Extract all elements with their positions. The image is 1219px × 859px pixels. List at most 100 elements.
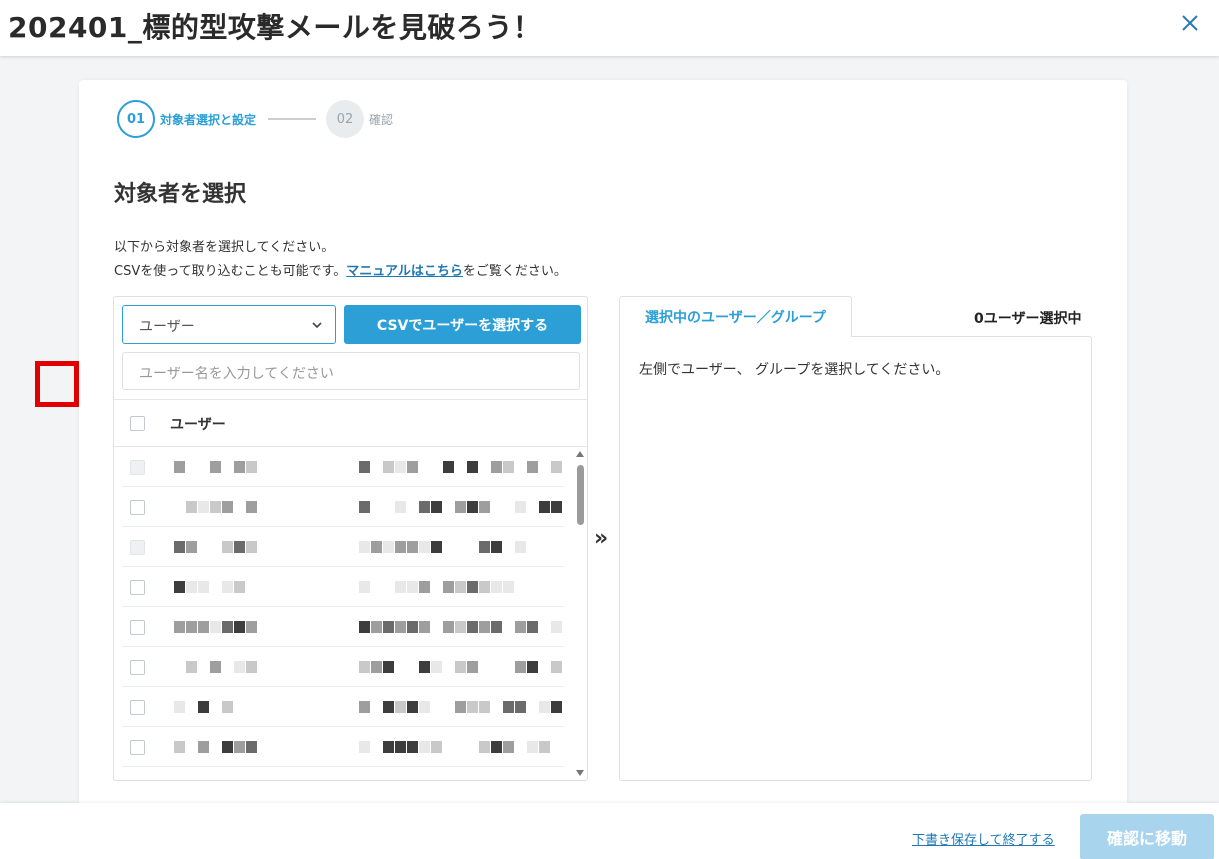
redacted-text-block	[395, 461, 406, 473]
redacted-text-block	[383, 661, 394, 673]
redacted-text-block	[186, 661, 197, 673]
move-right-icon[interactable]: »	[594, 526, 608, 551]
redacted-text-block	[222, 541, 233, 553]
redacted-text-block	[359, 461, 370, 473]
row-checkbox[interactable]	[130, 580, 145, 595]
redacted-text-block	[467, 661, 478, 673]
selection-count: 0ユーザー選択中	[974, 311, 1082, 327]
redacted-text-block	[174, 741, 185, 753]
redacted-text-block	[234, 661, 245, 673]
description: 以下から対象者を選択してください。 CSVを使って取り込むことも可能です。マニュ…	[114, 236, 567, 284]
row-checkbox[interactable]	[130, 660, 145, 675]
user-row[interactable]	[114, 607, 574, 647]
redacted-text-block	[234, 741, 245, 753]
redacted-text-block	[491, 541, 502, 553]
row-checkbox[interactable]	[130, 700, 145, 715]
redacted-text-block	[491, 741, 502, 753]
user-picker-panel: ユーザー CSVでユーザーを選択する ユーザー名を入力してください ユーザー	[113, 296, 588, 781]
redacted-text-block	[551, 661, 562, 673]
type-select[interactable]: ユーザー	[122, 305, 336, 344]
scroll-up-icon[interactable]	[576, 451, 584, 457]
redacted-text-block	[359, 621, 370, 633]
redacted-text-block	[198, 741, 209, 753]
redacted-text-block	[246, 501, 257, 513]
redacted-text-block	[479, 701, 490, 713]
row-checkbox[interactable]	[130, 500, 145, 515]
redacted-text-block	[419, 621, 430, 633]
redacted-text-block	[419, 741, 430, 753]
select-all-checkbox[interactable]	[130, 416, 145, 431]
description-suffix: をご覧ください。	[462, 264, 567, 279]
redacted-text-block	[174, 541, 185, 553]
redacted-text-block	[383, 461, 394, 473]
row-checkbox[interactable]	[130, 620, 145, 635]
redacted-text-block	[407, 741, 418, 753]
redacted-text-block	[455, 581, 466, 593]
user-row[interactable]	[114, 767, 574, 781]
manual-link[interactable]: マニュアルはこちら	[346, 264, 463, 279]
redacted-text-block	[246, 541, 257, 553]
list-scrollbar[interactable]	[574, 447, 587, 780]
user-search-input[interactable]: ユーザー名を入力してください	[122, 352, 580, 390]
user-row[interactable]	[114, 447, 574, 487]
redacted-text-block	[186, 541, 197, 553]
redacted-text-block	[515, 701, 526, 713]
redacted-text-block	[515, 501, 526, 513]
redacted-text-block	[407, 581, 418, 593]
redacted-text-block	[479, 501, 490, 513]
redacted-text-block	[371, 621, 382, 633]
redacted-text-block	[479, 581, 490, 593]
redacted-text-block	[515, 541, 526, 553]
scroll-thumb[interactable]	[577, 465, 584, 525]
redacted-text-block	[210, 461, 221, 473]
row-checkbox[interactable]	[130, 460, 145, 475]
row-checkbox[interactable]	[130, 740, 145, 755]
step-2-circle: 02	[326, 100, 365, 138]
user-row[interactable]	[114, 647, 574, 687]
user-row[interactable]	[114, 687, 574, 727]
redacted-text-block	[371, 541, 382, 553]
redacted-text-block	[539, 701, 550, 713]
redacted-text-block	[467, 501, 478, 513]
user-row[interactable]	[114, 487, 574, 527]
user-row[interactable]	[114, 567, 574, 607]
redacted-text-block	[431, 541, 442, 553]
redacted-text-block	[395, 581, 406, 593]
redacted-text-block	[407, 461, 418, 473]
redacted-text-block	[395, 741, 406, 753]
user-row[interactable]	[114, 727, 574, 767]
redacted-text-block	[407, 621, 418, 633]
user-row[interactable]	[114, 527, 574, 567]
go-to-confirm-button[interactable]: 確認に移動	[1080, 814, 1214, 859]
redacted-text-block	[222, 621, 233, 633]
redacted-text-block	[198, 581, 209, 593]
tab-selected-users[interactable]: 選択中のユーザー／グループ	[619, 296, 852, 337]
wizard-card: 01 対象者選択と設定 02 確認 対象者を選択 以下から対象者を選択してくださ…	[79, 80, 1127, 840]
redacted-text-block	[491, 461, 502, 473]
description-prefix: CSVを使って取り込むことも可能です。	[114, 264, 347, 279]
redacted-text-block	[503, 461, 514, 473]
row-checkbox[interactable]	[130, 780, 145, 781]
redacted-text-block	[186, 581, 197, 593]
highlight-box	[35, 361, 79, 407]
redacted-text-block	[491, 581, 502, 593]
redacted-text-block	[551, 461, 562, 473]
redacted-text-block	[359, 501, 370, 513]
redacted-text-block	[395, 501, 406, 513]
redacted-text-block	[234, 461, 245, 473]
close-icon[interactable]	[1175, 8, 1205, 38]
type-select-value: ユーザー	[139, 319, 195, 335]
redacted-text-block	[443, 581, 454, 593]
csv-select-button[interactable]: CSVでユーザーを選択する	[344, 305, 581, 344]
section-title: 対象者を選択	[114, 182, 247, 207]
save-draft-link[interactable]: 下書き保存して終了する	[912, 829, 1055, 848]
row-checkbox[interactable]	[130, 540, 145, 555]
redacted-text-block	[246, 461, 257, 473]
redacted-text-block	[383, 701, 394, 713]
redacted-text-block	[467, 461, 478, 473]
redacted-text-block	[174, 701, 185, 713]
redacted-text-block	[455, 501, 466, 513]
step-2-label: 確認	[369, 112, 394, 127]
scroll-down-icon[interactable]	[576, 770, 584, 776]
redacted-text-block	[407, 701, 418, 713]
